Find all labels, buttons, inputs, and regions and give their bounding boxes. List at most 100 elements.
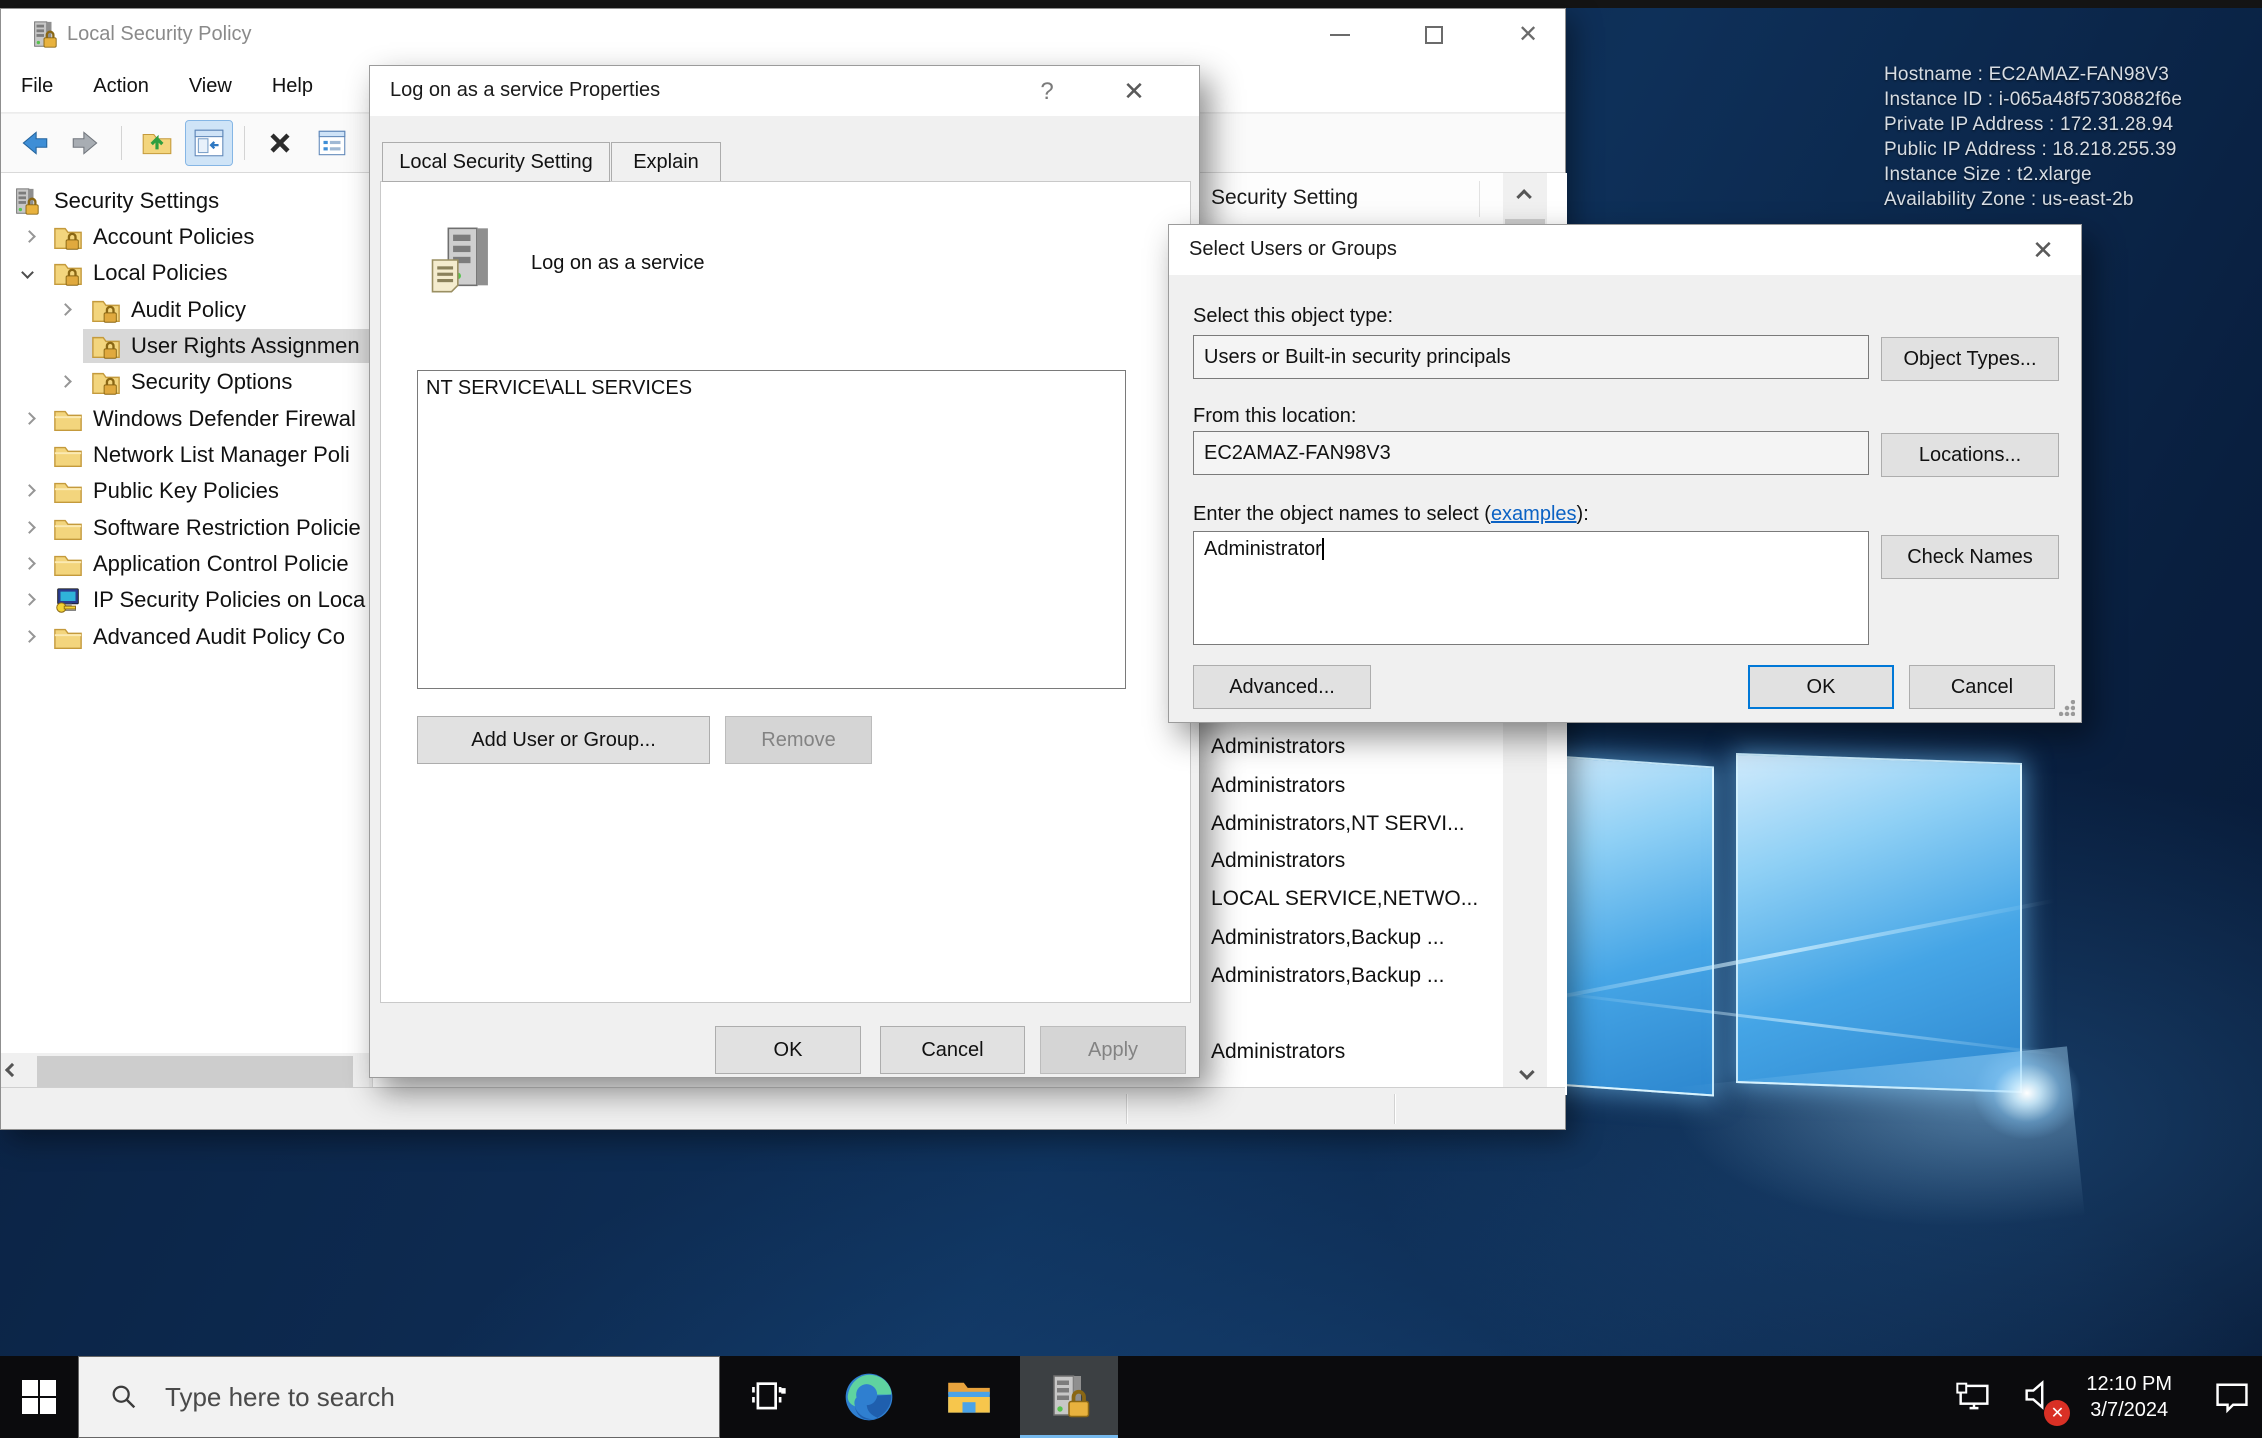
tree-item-label: Advanced Audit Policy Co	[93, 624, 345, 650]
forward-button[interactable]	[63, 121, 109, 165]
console-tree-toggle[interactable]	[186, 121, 232, 165]
close-button[interactable]: ✕	[2021, 235, 2065, 267]
chevron-right-icon[interactable]	[23, 412, 36, 425]
tree-item-security-options[interactable]: Security Options	[1, 364, 369, 401]
chevron-right-icon[interactable]	[59, 303, 72, 316]
member-item[interactable]: NT SERVICE\ALL SERVICES	[426, 377, 1117, 400]
chevron-right-icon[interactable]	[23, 593, 36, 606]
locations-button[interactable]: Locations...	[1881, 433, 2059, 477]
ok-button[interactable]: OK	[715, 1026, 861, 1074]
minimize-button[interactable]	[1307, 9, 1373, 61]
chevron-right-icon[interactable]	[23, 484, 36, 497]
cancel-button[interactable]: Cancel	[1909, 665, 2055, 709]
list-item[interactable]: LOCAL SERVICE,NETWO...	[1211, 887, 1501, 925]
edge-button[interactable]	[832, 1356, 906, 1438]
back-button[interactable]	[11, 121, 57, 165]
chevron-right-icon[interactable]	[23, 557, 36, 570]
object-types-button[interactable]: Object Types...	[1881, 337, 2059, 381]
maximize-button[interactable]	[1401, 9, 1467, 61]
list-item[interactable]	[1211, 1002, 1501, 1040]
menu-action[interactable]: Action	[73, 67, 169, 106]
menu-help[interactable]: Help	[252, 67, 333, 106]
check-names-button[interactable]: Check Names	[1881, 535, 2059, 579]
tab-local-security-setting[interactable]: Local Security Setting	[382, 142, 610, 182]
tree-item-software-restriction-policies[interactable]: Software Restriction Policie	[1, 510, 369, 547]
chevron-right-icon[interactable]	[23, 230, 36, 243]
tree-item-user-rights-assignment[interactable]: User Rights Assignmen	[1, 328, 369, 365]
tree-item-ip-security-policies[interactable]: IP Security Policies on Loca	[1, 582, 369, 619]
chevron-right-icon[interactable]	[23, 521, 36, 534]
apply-button[interactable]: Apply	[1040, 1026, 1186, 1074]
windows-logo-icon	[22, 1380, 56, 1414]
object-type-label: Select this object type:	[1193, 305, 1393, 328]
list-item[interactable]: Administrators,Backup ...	[1211, 964, 1501, 1002]
action-center-icon[interactable]	[2212, 1377, 2252, 1417]
dialog-titlebar[interactable]: Select Users or Groups ✕	[1169, 225, 2081, 275]
chevron-right-icon[interactable]	[23, 630, 36, 643]
list-item[interactable]: Administrators	[1211, 1040, 1501, 1078]
scroll-up-button[interactable]	[1503, 173, 1547, 217]
tree-item-advanced-audit-policy[interactable]: Advanced Audit Policy Co	[1, 619, 369, 656]
system-tray: ✕ 12:10 PM 3/7/2024	[1954, 1356, 2252, 1438]
start-button[interactable]	[0, 1356, 78, 1438]
cancel-button[interactable]: Cancel	[880, 1026, 1025, 1074]
folder-lock-icon	[53, 223, 83, 253]
tree-item-audit-policy[interactable]: Audit Policy	[1, 292, 369, 329]
list-item[interactable]: Administrators,NT SERVI...	[1211, 812, 1501, 850]
forward-icon	[69, 126, 103, 160]
list-item[interactable]: Administrators,Backup ...	[1211, 926, 1501, 964]
tree-item-windows-defender-firewall[interactable]: Windows Defender Firewal	[1, 401, 369, 438]
tab-explain[interactable]: Explain	[611, 142, 721, 182]
menu-view[interactable]: View	[169, 67, 252, 106]
tree-item-public-key-policies[interactable]: Public Key Policies	[1, 473, 369, 510]
scrollbar-thumb[interactable]	[37, 1056, 353, 1090]
file-explorer-button[interactable]	[932, 1356, 1006, 1438]
list-item[interactable]: Administrators	[1211, 849, 1501, 887]
window-titlebar[interactable]: Local Security Policy ✕	[1, 9, 1565, 61]
dialog-titlebar[interactable]: Log on as a service Properties ? ✕	[370, 66, 1199, 116]
location-field[interactable]: EC2AMAZ-FAN98V3	[1193, 431, 1869, 475]
tree-item-label: Application Control Policie	[93, 551, 349, 577]
remove-button[interactable]: Remove	[725, 716, 872, 764]
tree-item-label: Security Settings	[54, 188, 219, 214]
policy-icon	[423, 222, 499, 298]
list-item[interactable]: Administrators	[1211, 735, 1501, 773]
up-folder-button[interactable]	[134, 121, 180, 165]
close-button[interactable]: ✕	[1495, 9, 1561, 61]
advanced-button[interactable]: Advanced...	[1193, 665, 1371, 709]
add-user-or-group-button[interactable]: Add User or Group...	[417, 716, 710, 764]
tree-item-label: Account Policies	[93, 224, 254, 250]
local-security-policy-taskbar-button[interactable]	[1020, 1356, 1118, 1438]
menu-file[interactable]: File	[1, 67, 73, 106]
delete-button[interactable]	[257, 121, 303, 165]
column-divider[interactable]	[1479, 181, 1480, 217]
members-list-box[interactable]: NT SERVICE\ALL SERVICES	[417, 370, 1126, 689]
object-type-field[interactable]: Users or Built-in security principals	[1193, 335, 1869, 379]
network-icon[interactable]	[1954, 1377, 1994, 1417]
volume-button[interactable]: ✕	[2020, 1375, 2060, 1420]
tree-item-security-settings[interactable]: Security Settings	[1, 183, 369, 220]
help-button[interactable]: ?	[1030, 78, 1064, 108]
scroll-left-icon[interactable]	[5, 1063, 19, 1077]
object-names-label-prefix: Enter the object names to select (	[1193, 503, 1491, 525]
folder-lock-icon	[91, 368, 121, 398]
chevron-down-icon[interactable]	[21, 266, 34, 279]
clock-time: 12:10 PM	[2086, 1371, 2172, 1397]
object-names-input[interactable]: Administrator	[1193, 531, 1869, 645]
taskbar-clock[interactable]: 12:10 PM 3/7/2024	[2086, 1371, 2172, 1423]
resize-grip[interactable]	[2059, 700, 2075, 716]
tree-item-application-control-policies[interactable]: Application Control Policie	[1, 546, 369, 583]
tree-item-network-list-manager[interactable]: Network List Manager Poli	[1, 437, 369, 474]
console-tree-pane: Security Settings Account Policies Local…	[1, 173, 369, 1061]
list-view-button[interactable]	[309, 121, 355, 165]
tree-item-local-policies[interactable]: Local Policies	[1, 255, 369, 292]
tree-item-account-policies[interactable]: Account Policies	[1, 219, 369, 256]
list-item[interactable]: Administrators	[1211, 774, 1501, 812]
taskbar-search[interactable]: Type here to search	[78, 1356, 720, 1438]
close-button[interactable]: ✕	[1112, 76, 1156, 108]
examples-link[interactable]: examples	[1491, 503, 1577, 525]
toolbar-separator	[244, 126, 245, 160]
ok-button[interactable]: OK	[1748, 665, 1894, 709]
chevron-right-icon[interactable]	[59, 375, 72, 388]
task-view-button[interactable]	[732, 1356, 806, 1438]
